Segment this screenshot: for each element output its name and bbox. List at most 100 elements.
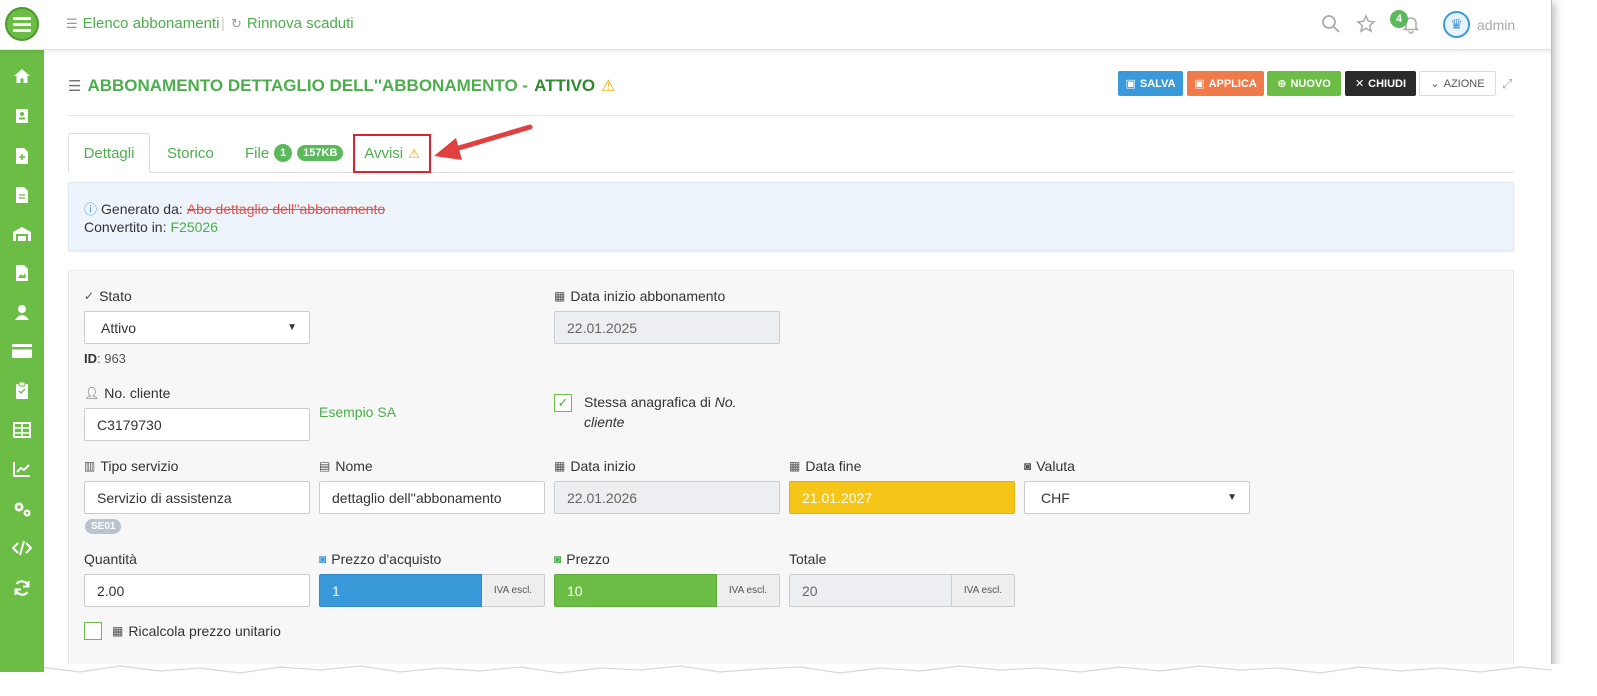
header-divider	[68, 115, 1514, 116]
sidebar-code-icon[interactable]	[0, 540, 44, 561]
sidebar-user-icon[interactable]	[0, 304, 44, 325]
record-id-value: : 963	[97, 351, 126, 366]
prezzo-input[interactable]: 10	[554, 574, 717, 607]
data-inizio-abbonamento-field[interactable]: 22.01.2025	[554, 311, 780, 344]
warning-icon: ⚠	[601, 78, 616, 95]
quantita-input[interactable]: 2.00	[84, 574, 310, 607]
stessa-anagrafica-label: Stessa anagrafica di No. cliente	[584, 392, 754, 432]
stato-label-text: Stato	[99, 288, 132, 304]
chevron-down-icon: ⌄	[1430, 78, 1440, 90]
menu-logo-icon[interactable]	[5, 7, 39, 41]
page-title-text: ABBONAMENTO DETTAGLIO DELL''ABBONAMENTO …	[87, 76, 529, 95]
ricalcola-label-text: Ricalcola prezzo unitario	[128, 623, 281, 639]
converted-to-row: Convertito in: F25026	[84, 219, 218, 235]
sidebar-chart-icon[interactable]	[0, 461, 44, 482]
nome-input[interactable]: dettaglio dell''abbonamento	[319, 481, 545, 514]
generated-from-label: Generato da:	[101, 200, 183, 217]
user-icon: 👤︎	[84, 386, 100, 400]
totale-label: Totale	[789, 551, 826, 567]
save-icon: ▣	[1125, 78, 1136, 90]
tipo-servizio-code-badge: SE01	[85, 519, 122, 534]
file-count-badge: 1	[274, 144, 293, 162]
info-icon: ⓘ	[84, 202, 98, 217]
totale-iva-addon: IVA escl.	[952, 574, 1015, 607]
generated-from-link[interactable]: Abo dettaglio dell''abbonamento	[187, 201, 385, 217]
sidebar-grid-icon[interactable]	[0, 422, 44, 443]
list-subscriptions-label: Elenco abbonamenti	[82, 15, 220, 32]
valuta-select-value: CHF	[1041, 489, 1070, 506]
record-id: ID: 963	[84, 351, 126, 366]
refresh-icon: ↻	[231, 15, 242, 31]
renew-expired-label: Rinnova scaduti	[246, 15, 354, 32]
torn-edge	[0, 664, 1597, 696]
tab-file[interactable]: File 1 157KB	[245, 133, 344, 173]
tab-avvisi[interactable]: Avvisi ⚠	[353, 134, 431, 173]
avatar[interactable]: ♛	[1443, 11, 1470, 38]
nome-label: ▤ Nome	[319, 458, 373, 474]
notification-count-badge[interactable]: 4	[1390, 10, 1408, 28]
calendar-icon: ▦	[554, 289, 566, 303]
sidebar-warehouse-icon[interactable]	[0, 226, 44, 247]
prezzo-acquisto-input[interactable]: 1	[319, 574, 482, 607]
plus-circle-icon: ⊕	[1277, 78, 1287, 90]
data-inizio-abbonamento-label-text: Data inizio abbonamento	[570, 288, 726, 304]
ricalcola-checkbox[interactable]	[84, 622, 102, 640]
file-size-badge: 157KB	[297, 145, 344, 161]
crown-icon: ♛	[1450, 16, 1463, 32]
cliente-input[interactable]: C3179730	[84, 408, 310, 441]
file-icon: ▤	[319, 459, 331, 473]
data-inizio-label-text: Data inizio	[570, 458, 636, 474]
converted-to-label: Convertito in:	[84, 219, 167, 235]
tab-dettagli[interactable]: Dettagli	[68, 133, 150, 173]
money-icon: ◙	[554, 552, 562, 566]
calendar-icon: ▦	[789, 459, 801, 473]
data-fine-label: ▦ Data fine	[789, 458, 861, 474]
sidebar-document-icon[interactable]	[0, 187, 44, 208]
search-icon[interactable]	[1321, 14, 1341, 40]
new-button-label: NUOVO	[1290, 77, 1331, 90]
totale-label-text: Totale	[789, 551, 827, 567]
warning-icon: ⚠	[408, 145, 420, 161]
new-button[interactable]: ⊕ NUOVO	[1267, 71, 1341, 96]
sidebar-sync-icon[interactable]	[0, 579, 44, 602]
renew-expired-link[interactable]: ↻ Rinnova scaduti	[231, 15, 354, 32]
stessa-anagrafica-text: Stessa anagrafica di	[584, 394, 715, 410]
status-text: ATTIVO	[534, 76, 596, 95]
tab-storico[interactable]: Storico	[167, 133, 214, 173]
apply-button[interactable]: ▣ APPLICA	[1187, 71, 1264, 96]
sidebar-home-icon[interactable]	[0, 68, 44, 89]
save-button-label: SALVA	[1139, 77, 1176, 90]
sidebar-new-document-icon[interactable]	[0, 148, 44, 169]
data-fine-label-text: Data fine	[805, 458, 862, 474]
top-separator: |	[221, 15, 225, 32]
cliente-name-link[interactable]: Esempio SA	[319, 404, 396, 420]
data-inizio-field[interactable]: 22.01.2026	[554, 481, 780, 514]
stato-label: ✓ Stato	[84, 288, 132, 304]
prezzo-label-text: Prezzo	[566, 551, 610, 567]
valuta-select[interactable]: CHF ▼	[1024, 481, 1250, 514]
quantita-label-text: Quantità	[84, 551, 137, 567]
sidebar-image-document-icon[interactable]	[0, 265, 44, 286]
sidebar-settings-icon[interactable]	[0, 500, 44, 523]
close-button[interactable]: ✕ CHIUDI	[1345, 71, 1416, 96]
apply-button-label: APPLICA	[1208, 77, 1257, 90]
totale-field[interactable]: 20	[789, 574, 952, 607]
sidebar-card-icon[interactable]	[0, 344, 44, 363]
expand-icon[interactable]: ⤢	[1502, 76, 1512, 92]
chevron-down-icon: ▼	[287, 322, 297, 333]
close-button-label: CHIUDI	[1368, 77, 1407, 90]
data-fine-field[interactable]: 21.01.2027	[789, 481, 1015, 514]
stato-select[interactable]: Attivo ▼	[84, 311, 310, 344]
username[interactable]: admin	[1477, 17, 1515, 33]
save-button[interactable]: ▣ SALVA	[1118, 71, 1183, 96]
sidebar-clipboard-icon[interactable]	[0, 381, 44, 404]
app-window: ☰ Elenco abbonamenti | ↻ Rinnova scaduti…	[0, 0, 1552, 672]
stessa-anagrafica-checkbox[interactable]: ✓	[554, 394, 572, 412]
prezzo-acquisto-iva-addon: IVA escl.	[482, 574, 545, 607]
list-subscriptions-link[interactable]: ☰ Elenco abbonamenti	[66, 15, 219, 32]
star-icon[interactable]	[1356, 14, 1376, 40]
tipo-servizio-input[interactable]: Servizio di assistenza	[84, 481, 310, 514]
action-dropdown-button[interactable]: ⌄ AZIONE	[1419, 71, 1496, 96]
converted-to-link[interactable]: F25026	[170, 219, 217, 235]
sidebar-contacts-icon[interactable]	[0, 108, 44, 129]
